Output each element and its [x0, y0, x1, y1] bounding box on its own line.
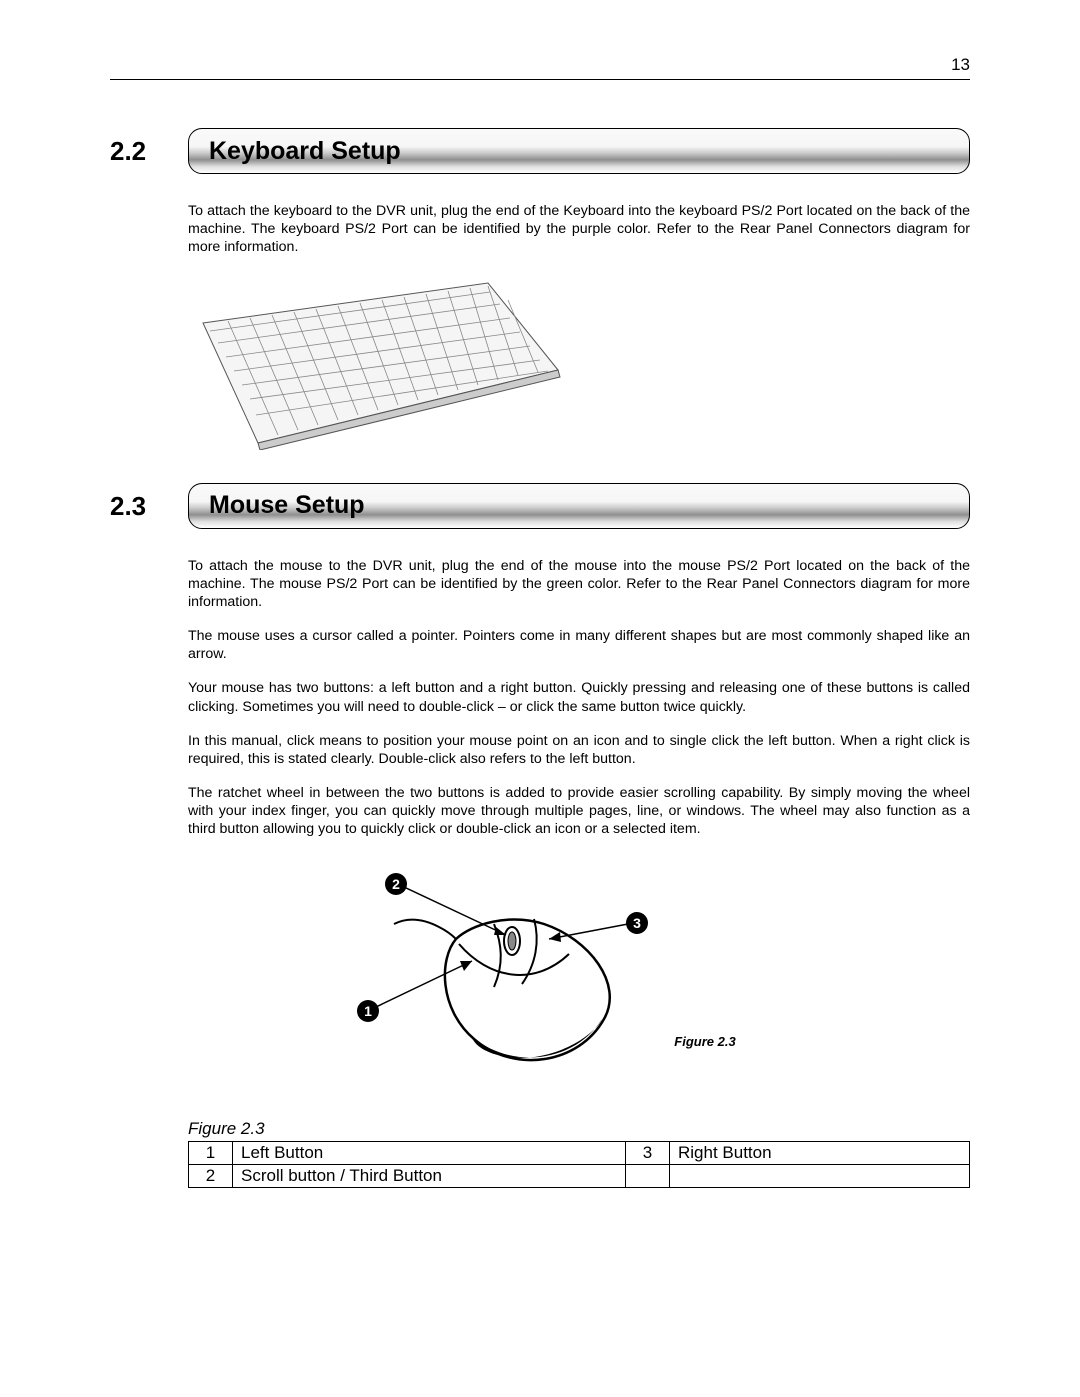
- legend-label: [670, 1164, 970, 1187]
- section-number: 2.2: [110, 128, 188, 174]
- callout-three: 3: [633, 915, 641, 931]
- section-heading-mouse: 2.3 Mouse Setup: [110, 483, 970, 529]
- paragraph: The ratchet wheel in between the two but…: [188, 784, 970, 839]
- callout-one: 1: [364, 1003, 372, 1019]
- section-body-mouse: To attach the mouse to the DVR unit, plu…: [188, 557, 970, 839]
- legend-table: 1 Left Button 3 Right Button 2 Scroll bu…: [188, 1141, 970, 1188]
- paragraph: To attach the mouse to the DVR unit, plu…: [188, 557, 970, 612]
- section-title-bar: Keyboard Setup: [188, 128, 970, 174]
- section-title: Keyboard Setup: [209, 137, 401, 166]
- figure-caption-inline: Figure 2.3: [674, 1034, 735, 1049]
- paragraph: In this manual, click means to position …: [188, 732, 970, 768]
- paragraph: Your mouse has two buttons: a left butto…: [188, 679, 970, 715]
- table-row: 1 Left Button 3 Right Button: [189, 1141, 970, 1164]
- section-heading-keyboard: 2.2 Keyboard Setup: [110, 128, 970, 174]
- paragraph: The mouse uses a cursor called a pointer…: [188, 627, 970, 663]
- callout-two: 2: [392, 876, 400, 892]
- legend-num: 3: [626, 1141, 670, 1164]
- document-page: 13 2.2 Keyboard Setup To attach the keyb…: [0, 0, 1080, 1397]
- section-number: 2.3: [110, 483, 188, 529]
- legend-label: Left Button: [233, 1141, 626, 1164]
- keyboard-illustration: [188, 275, 970, 455]
- page-number: 13: [110, 55, 970, 80]
- section-title-bar: Mouse Setup: [188, 483, 970, 529]
- legend-label: Right Button: [670, 1141, 970, 1164]
- figure-caption: Figure 2.3: [188, 1119, 970, 1139]
- mouse-illustration: 2 3 1 Figure 2.3: [110, 869, 970, 1079]
- table-row: 2 Scroll button / Third Button: [189, 1164, 970, 1187]
- keyboard-icon: [188, 275, 568, 450]
- section-body-keyboard: To attach the keyboard to the DVR unit, …: [188, 202, 970, 257]
- legend-num: [626, 1164, 670, 1187]
- section-title: Mouse Setup: [209, 491, 365, 520]
- paragraph: To attach the keyboard to the DVR unit, …: [188, 202, 970, 257]
- mouse-icon: 2 3 1: [344, 869, 664, 1079]
- legend-label: Scroll button / Third Button: [233, 1164, 626, 1187]
- legend-num: 1: [189, 1141, 233, 1164]
- legend-num: 2: [189, 1164, 233, 1187]
